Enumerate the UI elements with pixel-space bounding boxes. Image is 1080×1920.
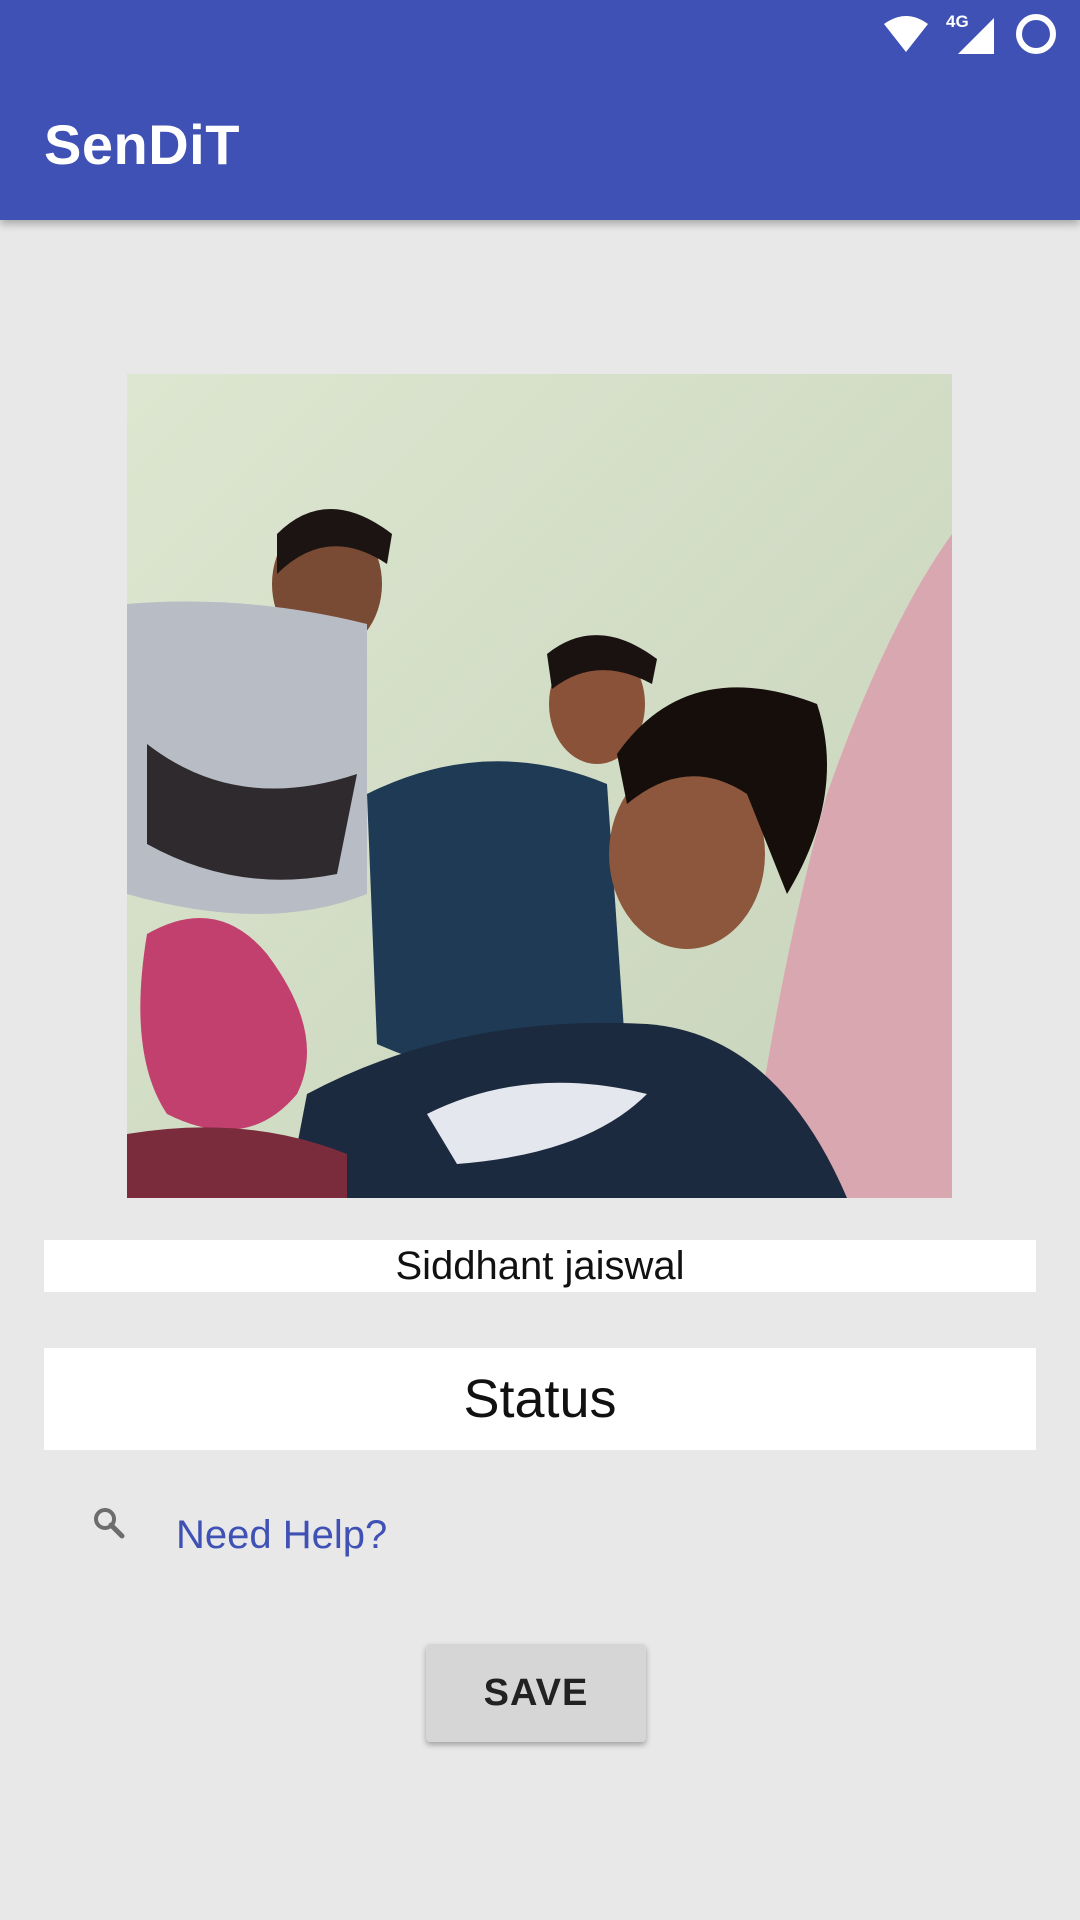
status-bar-icons: 4G	[882, 12, 1058, 56]
app-title: SenDiT	[44, 113, 240, 176]
name-field[interactable]	[44, 1240, 1036, 1292]
app-bar: 4G SenDiT	[0, 0, 1080, 220]
search-icon	[92, 1506, 126, 1540]
battery-ring-icon	[1014, 12, 1058, 56]
need-help-link[interactable]: Need Help?	[92, 1500, 387, 1570]
wifi-icon	[882, 14, 930, 54]
cellular-signal-icon: 4G	[946, 12, 996, 56]
profile-photo[interactable]	[127, 374, 952, 1198]
status-field[interactable]	[44, 1348, 1036, 1450]
save-button[interactable]: SAVE	[426, 1644, 646, 1742]
need-help-label[interactable]: Need Help?	[176, 1513, 387, 1558]
